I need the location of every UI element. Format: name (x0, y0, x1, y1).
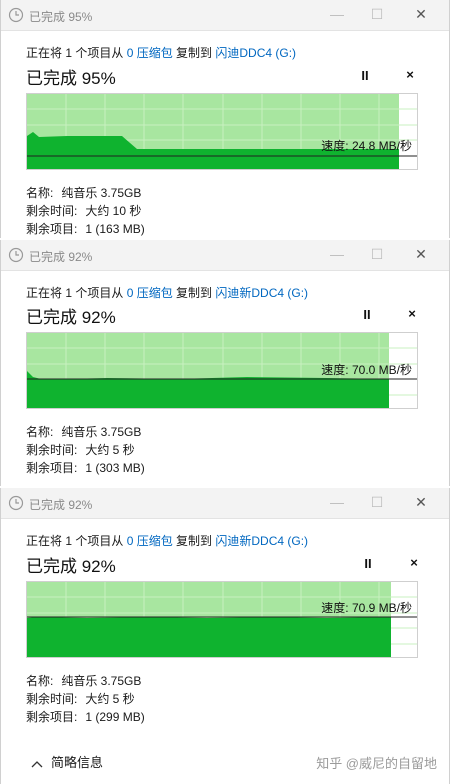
chevron-up-icon (31, 760, 43, 768)
clock-icon (8, 7, 24, 23)
close-icon: × (406, 67, 414, 82)
copy-dialog-3: 已完成 92% — ☐ ✕ 正在将 1 个项目从 0 压缩包 复制到 闪迪新DD… (0, 488, 450, 784)
speed-label: 速度: 70.9 MB/秒 (321, 601, 412, 615)
items-remaining: 剩余项目: 1 (163 MB) (26, 222, 145, 236)
cancel-button[interactable]: × (405, 555, 423, 570)
items-remaining: 剩余项目: 1 (303 MB) (26, 461, 145, 475)
close-window-button[interactable]: ✕ (401, 491, 441, 515)
percent-complete: 已完成 92% (26, 557, 116, 576)
destination-link[interactable]: 闪迪DDC4 (G:) (215, 46, 296, 60)
window-title: 已完成 95% (29, 10, 93, 24)
clock-icon (8, 495, 24, 511)
transfer-graph-svg (27, 582, 417, 657)
copy-description: 正在将 1 个项目从 0 压缩包 复制到 闪迪新DDC4 (G:) (26, 286, 309, 300)
copy-description: 正在将 1 个项目从 0 压缩包 复制到 闪迪新DDC4 (G:) (26, 534, 309, 548)
time-remaining: 剩余时间: 大约 5 秒 (26, 692, 135, 706)
watermark: 知乎 @威尼的自留地 (316, 756, 437, 771)
file-name: 名称: 纯音乐 3.75GB (26, 674, 142, 688)
pause-button[interactable]: II (358, 307, 376, 322)
close-window-button[interactable]: ✕ (401, 243, 441, 267)
maximize-button[interactable]: ☐ (357, 243, 397, 267)
transfer-graph-svg (27, 94, 417, 169)
source-link[interactable]: 0 压缩包 (127, 286, 173, 300)
transfer-graph: 速度: 70.0 MB/秒 (26, 332, 418, 409)
minimize-button[interactable]: — (317, 491, 357, 515)
pause-icon: II (361, 68, 369, 83)
clock-icon (8, 247, 24, 263)
window-title: 已完成 92% (29, 250, 93, 264)
close-icon: ✕ (415, 494, 427, 510)
maximize-icon: ☐ (370, 6, 384, 22)
close-icon: × (410, 555, 418, 570)
minimize-button[interactable]: — (317, 3, 357, 27)
transfer-graph: 速度: 70.9 MB/秒 (26, 581, 418, 658)
maximize-icon: ☐ (370, 246, 384, 262)
close-icon: ✕ (415, 246, 427, 262)
items-remaining: 剩余项目: 1 (299 MB) (26, 710, 145, 724)
close-icon: ✕ (415, 6, 427, 22)
title-bar[interactable]: 已完成 92% — ☐ ✕ (1, 488, 449, 519)
maximize-button[interactable]: ☐ (357, 491, 397, 515)
source-link[interactable]: 0 压缩包 (127, 46, 173, 60)
pause-button[interactable]: II (359, 556, 377, 571)
pause-icon: II (364, 556, 372, 571)
close-window-button[interactable]: ✕ (401, 3, 441, 27)
close-icon: × (408, 306, 416, 321)
fewer-details-toggle[interactable]: 简略信息 (31, 752, 103, 771)
copy-dialog-1: 已完成 95% — ☐ ✕ 正在将 1 个项目从 0 压缩包 复制到 闪迪DDC… (0, 0, 450, 238)
minimize-icon: — (330, 246, 344, 262)
dialog-footer: 简略信息 知乎 @威尼的自留地 (1, 740, 449, 784)
pause-icon: II (363, 307, 371, 322)
time-remaining: 剩余时间: 大约 10 秒 (26, 204, 142, 218)
percent-complete: 已完成 92% (26, 308, 116, 327)
percent-complete: 已完成 95% (26, 69, 116, 88)
title-bar[interactable]: 已完成 92% — ☐ ✕ (1, 240, 449, 271)
cancel-button[interactable]: × (403, 306, 421, 321)
speed-label: 速度: 24.8 MB/秒 (321, 139, 412, 153)
pause-button[interactable]: II (356, 68, 374, 83)
minimize-icon: — (330, 494, 344, 510)
destination-link[interactable]: 闪迪新DDC4 (G:) (215, 286, 308, 300)
speed-label: 速度: 70.0 MB/秒 (321, 363, 412, 377)
maximize-icon: ☐ (370, 494, 384, 510)
speed-area (27, 617, 391, 657)
cancel-button[interactable]: × (401, 67, 419, 82)
copy-description: 正在将 1 个项目从 0 压缩包 复制到 闪迪DDC4 (G:) (26, 46, 297, 60)
transfer-graph: 速度: 24.8 MB/秒 (26, 93, 418, 170)
source-link[interactable]: 0 压缩包 (127, 534, 173, 548)
minimize-icon: — (330, 6, 344, 22)
window-title: 已完成 92% (29, 498, 93, 512)
file-name: 名称: 纯音乐 3.75GB (26, 186, 142, 200)
title-bar[interactable]: 已完成 95% — ☐ ✕ (1, 0, 449, 31)
time-remaining: 剩余时间: 大约 5 秒 (26, 443, 135, 457)
copy-dialog-2: 已完成 92% — ☐ ✕ 正在将 1 个项目从 0 压缩包 复制到 闪迪新DD… (0, 240, 450, 486)
minimize-button[interactable]: — (317, 243, 357, 267)
file-name: 名称: 纯音乐 3.75GB (26, 425, 142, 439)
maximize-button[interactable]: ☐ (357, 3, 397, 27)
destination-link[interactable]: 闪迪新DDC4 (G:) (215, 534, 308, 548)
